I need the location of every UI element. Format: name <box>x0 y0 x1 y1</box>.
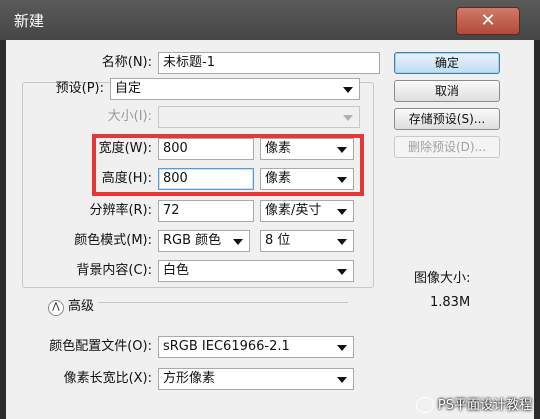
resolution-label: 分辨率(R): <box>89 203 152 218</box>
watermark: PS平面设计教程 <box>415 394 532 413</box>
chevron-down-icon <box>337 345 347 351</box>
close-button[interactable]: ✕ <box>456 7 520 35</box>
chevron-down-icon <box>337 269 347 275</box>
image-size-label: 图像大小: <box>414 271 471 286</box>
window-title: 新建 <box>14 12 45 30</box>
color-profile-label: 颜色配置文件(O): <box>49 339 152 354</box>
cancel-button[interactable]: 取消 <box>394 80 500 102</box>
name-input[interactable]: 未标题-1 <box>158 52 380 74</box>
preset-label: 预设(P): <box>55 81 104 96</box>
delete-preset-button[interactable]: 删除预设(D)... <box>394 136 500 158</box>
chevron-down-icon <box>343 115 353 121</box>
preset-select[interactable]: 自定 <box>110 78 360 100</box>
size-select[interactable] <box>158 106 360 128</box>
pixel-aspect-select[interactable]: 方形像素 <box>158 368 354 390</box>
color-mode-select[interactable]: RGB 颜色 <box>158 230 250 252</box>
bit-depth-select[interactable]: 8 位 <box>260 230 354 252</box>
name-label: 名称(N): <box>101 55 152 70</box>
advanced-label: 高级 <box>68 299 95 314</box>
resolution-unit-value: 像素/英寸 <box>265 203 322 218</box>
background-select[interactable]: 白色 <box>158 260 354 282</box>
chevron-down-icon <box>343 87 353 93</box>
size-label: 大小(I): <box>107 109 152 124</box>
title-bar[interactable]: 新建 ✕ <box>0 0 540 40</box>
advanced-divider <box>98 302 348 303</box>
chevron-down-icon <box>233 239 243 245</box>
background-label: 背景内容(C): <box>76 263 152 278</box>
highlight-frame <box>92 134 364 196</box>
pixel-aspect-value: 方形像素 <box>163 371 216 386</box>
color-profile-value: sRGB IEC61966-2.1 <box>163 339 290 354</box>
resolution-input[interactable]: 72 <box>158 200 254 222</box>
pixel-aspect-label: 像素长宽比(X): <box>63 371 152 386</box>
ok-button[interactable]: 确定 <box>394 52 500 74</box>
new-document-dialog: 名称(N): 未标题-1 预设(P): 自定 大小(I): 宽度(W): 800… <box>6 40 534 419</box>
wechat-icon <box>415 397 434 413</box>
preset-value: 自定 <box>115 81 142 96</box>
color-mode-value: RGB 颜色 <box>163 233 222 248</box>
bit-depth-value: 8 位 <box>265 233 291 248</box>
chevron-down-icon <box>337 377 347 383</box>
save-preset-button[interactable]: 存储预设(S)... <box>394 108 500 130</box>
color-profile-select[interactable]: sRGB IEC61966-2.1 <box>158 336 354 358</box>
color-mode-label: 颜色模式(M): <box>74 233 152 248</box>
chevron-down-icon <box>337 209 347 215</box>
image-size-value: 1.83M <box>430 295 471 310</box>
background-value: 白色 <box>163 263 190 278</box>
chevron-down-icon <box>337 239 347 245</box>
watermark-text: PS平面设计教程 <box>437 397 532 413</box>
close-icon: ✕ <box>480 10 496 31</box>
collapse-advanced-icon[interactable]: ⋀ <box>48 300 64 316</box>
resolution-unit-select[interactable]: 像素/英寸 <box>260 200 354 222</box>
